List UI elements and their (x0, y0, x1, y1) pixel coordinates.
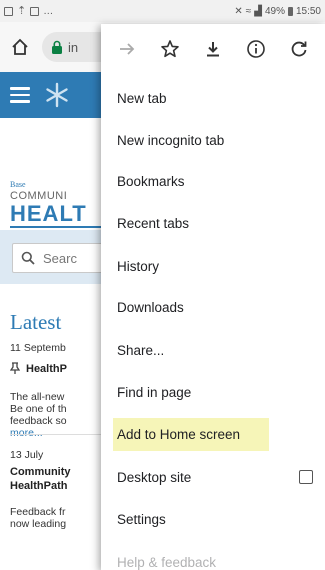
menu-item-label: Desktop site (117, 469, 192, 485)
menu-item-history[interactable]: History (101, 246, 325, 286)
more-notifications-icon: … (43, 5, 54, 17)
signal-icon: ▟ (254, 5, 262, 17)
pin-icon (10, 362, 20, 374)
menu-item-downloads[interactable]: Downloads (101, 287, 325, 327)
url-text: in (68, 39, 79, 55)
menu-item-label: Recent tabs (117, 215, 190, 231)
article-title-1[interactable]: HealthP (10, 362, 67, 375)
article-date-1: 11 Septemb (10, 342, 66, 354)
menu-item-label: Settings (117, 511, 166, 527)
status-indicators: ✕ ≈ ▟ 49% 15:50 (234, 6, 321, 17)
article-date-2: 13 July (10, 449, 44, 461)
nfc-icon: ✕ (234, 5, 243, 17)
site-logo-icon (46, 82, 68, 108)
article-1-line-2: Be one of th (10, 403, 67, 415)
gallery-notification-icon (4, 6, 13, 16)
battery-icon (287, 6, 293, 16)
battery-percent: 49% (264, 5, 285, 17)
menu-item-label: Bookmarks (117, 173, 185, 189)
article-1-more-link[interactable]: more... (10, 427, 43, 439)
image-notification-icon (30, 6, 40, 16)
article-title-2-line-2[interactable]: HealthPath (10, 480, 67, 492)
article-title-2-line-1[interactable]: Community (10, 466, 71, 478)
menu-item-desktop-site[interactable]: Desktop site (101, 457, 325, 497)
menu-icon-row (101, 24, 325, 74)
menu-item-add-to-home-screen[interactable]: Add to Home screen (101, 414, 325, 454)
clock: 15:50 (295, 5, 321, 17)
hamburger-menu-icon[interactable] (10, 87, 30, 103)
search-placeholder: Searc (43, 250, 77, 266)
lock-icon (52, 40, 62, 54)
info-icon (247, 40, 265, 58)
forward-arrow-icon (119, 43, 134, 55)
browser-overflow-menu: New tab New incognito tab Bookmarks Rece… (101, 24, 325, 570)
upload-notification-icon: ⇡ (17, 4, 27, 17)
menu-item-label: History (117, 258, 160, 274)
menu-item-label: Find in page (117, 384, 192, 400)
menu-item-settings[interactable]: Settings (101, 499, 325, 539)
menu-item-label: New incognito tab (117, 132, 225, 148)
page-info-button[interactable] (245, 38, 267, 60)
wifi-icon: ≈ (245, 5, 252, 17)
menu-item-share[interactable]: Share... (101, 330, 325, 370)
bookmark-star-button[interactable] (159, 38, 181, 60)
menu-item-label: Share... (117, 342, 165, 358)
menu-item-label: Add to Home screen (113, 417, 269, 451)
menu-item-help-feedback[interactable]: Help & feedback (101, 542, 325, 570)
reload-icon (292, 41, 307, 57)
article-1-line-3: feedback so (10, 415, 67, 427)
article-2-line-1: Feedback fr (10, 506, 66, 518)
menu-item-label: New tab (117, 90, 167, 106)
menu-item-new-incognito-tab[interactable]: New incognito tab (101, 120, 325, 160)
download-icon (206, 42, 219, 57)
download-page-button[interactable] (202, 38, 224, 60)
article-2-line-2: now leading (10, 518, 67, 530)
article-title-1-text: HealthP (26, 363, 67, 375)
menu-item-recent-tabs[interactable]: Recent tabs (101, 203, 325, 243)
search-icon (21, 251, 35, 265)
latest-heading: Latest (10, 310, 62, 334)
status-bar: ⇡ … ✕ ≈ ▟ 49% 15:50 (0, 0, 325, 22)
home-icon[interactable] (10, 37, 30, 57)
menu-item-find-in-page[interactable]: Find in page (101, 372, 325, 412)
menu-item-label: Help & feedback (117, 554, 217, 570)
article-1-line-1: The all-new (10, 391, 65, 403)
forward-button[interactable] (116, 38, 138, 60)
status-notifications: ⇡ … (4, 4, 54, 17)
desktop-site-checkbox[interactable] (299, 470, 313, 484)
menu-item-new-tab[interactable]: New tab (101, 78, 325, 118)
star-icon (160, 40, 179, 58)
menu-item-label: Downloads (117, 299, 184, 315)
menu-item-bookmarks[interactable]: Bookmarks (101, 161, 325, 201)
reload-button[interactable] (288, 38, 310, 60)
